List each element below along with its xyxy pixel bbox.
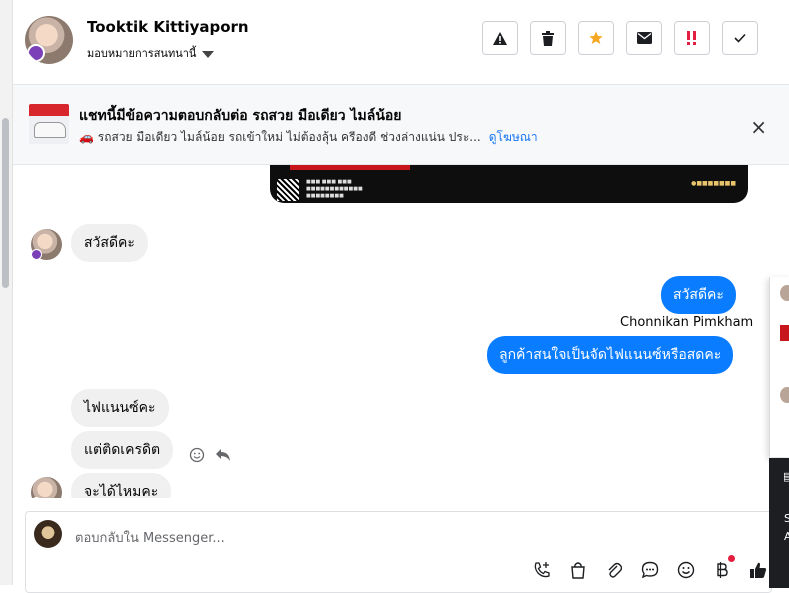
incoming-message[interactable]: สวัสดีคะ	[71, 224, 148, 262]
attachment-icon[interactable]	[604, 560, 624, 580]
warning-icon	[493, 31, 507, 45]
outgoing-message[interactable]: ลูกค้าสนใจเป็นจัดไฟแนนซ์หรือสดคะ	[487, 336, 734, 374]
mark-important-button[interactable]	[674, 21, 710, 55]
star-button[interactable]	[578, 21, 614, 55]
saved-reply-icon[interactable]	[640, 560, 660, 580]
avatar	[780, 325, 789, 341]
side-conversation-list[interactable]	[769, 277, 789, 457]
caret-down-icon	[202, 50, 215, 58]
avatar	[780, 285, 789, 301]
ad-thumbnail[interactable]	[29, 104, 69, 144]
ad-reply-banner: แชทนี้มีข้อความตอบกลับต่อ รถสวย มือเดียว…	[13, 85, 789, 165]
car-emoji-icon: 🚗	[79, 130, 94, 144]
sender-name: Chonnikan Pimkham	[620, 315, 754, 330]
payment-icon[interactable]	[712, 555, 735, 580]
important-icon	[687, 31, 696, 45]
assign-conversation-dropdown[interactable]: มอบหมายการสนทนานี้	[87, 44, 215, 62]
tooltip-text: SA	[784, 510, 789, 546]
ad-title: แชทนี้มีข้อความตอบกลับต่อ รถสวย มือเดียว…	[79, 108, 402, 124]
conversation-header: Tooktik Kittiyaporn มอบหมายการสนทนานี้	[13, 0, 789, 85]
qr-code-image	[277, 179, 299, 201]
notification-dot	[728, 555, 735, 562]
image-message[interactable]: ■■■ ■■■ ■■■ ■■■■■■■■■■■■ ■■■■■■■■ ●■■■■■■■	[270, 165, 748, 203]
message-thread[interactable]: ■■■ ■■■ ■■■ ■■■■■■■■■■■■ ■■■■■■■■ ●■■■■■■■…	[13, 165, 769, 498]
shopping-bag-icon[interactable]	[568, 560, 588, 580]
left-scrollbar-thumb[interactable]	[2, 118, 9, 288]
incoming-message[interactable]: แต่ติดเครดิต	[71, 431, 174, 469]
delete-button[interactable]	[530, 21, 566, 55]
composer-toolbar	[532, 555, 768, 580]
page-avatar	[34, 520, 62, 548]
contact-avatar-small[interactable]	[31, 477, 62, 498]
messenger-badge-icon	[31, 249, 42, 260]
spam-button[interactable]	[482, 21, 518, 55]
checkmark-icon	[734, 33, 746, 43]
emoji-icon[interactable]	[676, 560, 696, 580]
image-fine-print: ■■■ ■■■ ■■■ ■■■■■■■■■■■■ ■■■■■■■■	[306, 179, 363, 199]
contact-avatar[interactable]	[25, 16, 73, 64]
done-button[interactable]	[722, 21, 758, 55]
incoming-message[interactable]: จะได้ไหมคะ	[71, 473, 172, 498]
reply-input[interactable]: ตอบกลับใน Messenger...	[75, 527, 225, 548]
reply-composer: ตอบกลับใน Messenger...	[25, 511, 772, 593]
messenger-badge-icon	[31, 497, 42, 498]
message-actions	[189, 447, 231, 463]
calendar-icon: ▤	[783, 470, 789, 483]
assign-label: มอบหมายการสนทนานี้	[87, 47, 197, 60]
car-image	[34, 122, 66, 138]
reply-icon[interactable]	[215, 448, 231, 462]
ad-subtitle: 🚗 รถสวย มือเดียว ไมล์น้อย รถเข้าใหม่ ไม่…	[79, 128, 538, 147]
ad-subtitle-text: รถสวย มือเดียว ไมล์น้อย รถเข้าใหม่ ไม่ต้…	[97, 130, 481, 144]
ad-image-stripe	[290, 165, 410, 170]
thumbs-up-icon[interactable]	[748, 560, 768, 580]
outgoing-message[interactable]: สวัสดีคะ	[661, 276, 736, 314]
incoming-message[interactable]: ไฟแนนซ์คะ	[71, 389, 169, 427]
star-icon	[589, 31, 603, 44]
trash-icon	[542, 30, 554, 46]
view-ad-link[interactable]: ดูโฆษณา	[489, 130, 538, 144]
tooltip-line-2: A	[784, 530, 789, 543]
react-icon[interactable]	[189, 447, 205, 463]
envelope-icon	[636, 32, 652, 44]
side-tooltip: ▤ SA	[769, 458, 789, 588]
close-icon[interactable]: ×	[750, 115, 767, 139]
contact-avatar-small[interactable]	[31, 229, 62, 260]
avatar	[780, 387, 789, 403]
tooltip-line-1: S	[784, 512, 789, 525]
dealer-logo: ●■■■■■■■	[691, 180, 736, 187]
mark-unread-button[interactable]	[626, 21, 662, 55]
messenger-badge-icon	[27, 44, 45, 62]
call-icon[interactable]	[532, 560, 552, 580]
left-scrollbar[interactable]	[0, 0, 13, 585]
contact-name[interactable]: Tooktik Kittiyaporn	[87, 18, 249, 36]
